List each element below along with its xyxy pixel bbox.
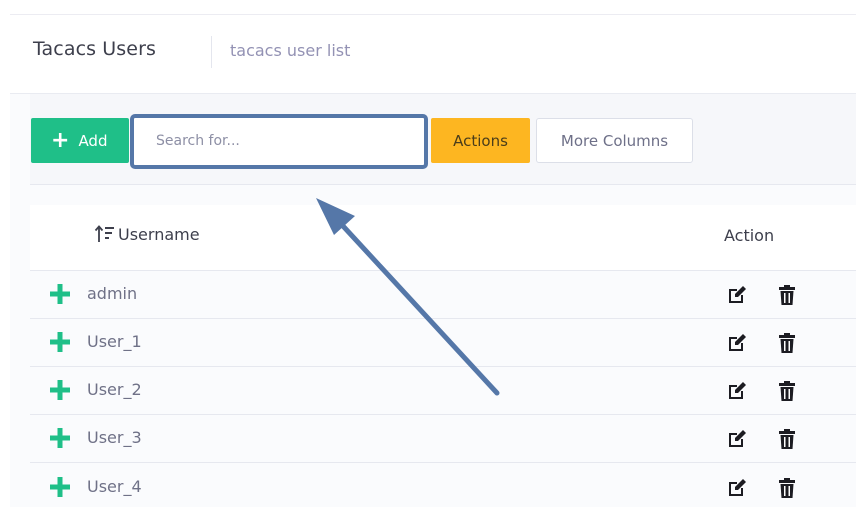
more-columns-button-label: More Columns xyxy=(560,131,669,150)
title-separator xyxy=(211,36,212,68)
edit-icon[interactable] xyxy=(726,284,748,306)
column-header-action: Action xyxy=(724,226,775,245)
actions-button-label: Actions xyxy=(453,131,508,150)
table-row: User_3 xyxy=(30,415,856,463)
column-header-username[interactable]: Username xyxy=(94,224,200,244)
table-row: User_4 xyxy=(30,464,856,507)
trash-icon[interactable] xyxy=(777,476,797,500)
expand-row-icon[interactable] xyxy=(48,282,72,306)
trash-icon[interactable] xyxy=(777,379,797,403)
add-button[interactable]: + Add xyxy=(31,118,129,163)
page: Tacacs Users tacacs user list + Add Acti… xyxy=(0,0,856,507)
row-username: User_3 xyxy=(87,428,142,447)
edit-icon[interactable] xyxy=(726,380,748,402)
table-row: admin xyxy=(30,271,856,319)
row-username: User_2 xyxy=(87,380,142,399)
trash-icon[interactable] xyxy=(777,283,797,307)
table-row: User_2 xyxy=(30,367,856,415)
page-description: tacacs user list xyxy=(230,41,351,60)
expand-row-icon[interactable] xyxy=(48,426,72,450)
actions-button[interactable]: Actions xyxy=(431,118,530,163)
edit-icon[interactable] xyxy=(726,428,748,450)
plus-icon: + xyxy=(51,127,70,153)
column-header-username-label: Username xyxy=(118,224,200,244)
edit-icon[interactable] xyxy=(726,477,748,499)
edit-icon[interactable] xyxy=(726,332,748,354)
expand-row-icon[interactable] xyxy=(48,378,72,402)
more-columns-button[interactable]: More Columns xyxy=(536,118,693,163)
row-username: User_1 xyxy=(87,332,142,351)
row-username: User_4 xyxy=(87,477,142,496)
expand-row-icon[interactable] xyxy=(48,475,72,499)
sort-icon xyxy=(94,225,114,242)
row-username: admin xyxy=(87,284,138,303)
expand-row-icon[interactable] xyxy=(48,330,72,354)
table-row: User_1 xyxy=(30,319,856,367)
page-title: Tacacs Users xyxy=(33,38,156,60)
add-button-label: Add xyxy=(78,131,108,150)
trash-icon[interactable] xyxy=(777,331,797,355)
search-input[interactable] xyxy=(140,121,418,160)
trash-icon[interactable] xyxy=(777,427,797,451)
